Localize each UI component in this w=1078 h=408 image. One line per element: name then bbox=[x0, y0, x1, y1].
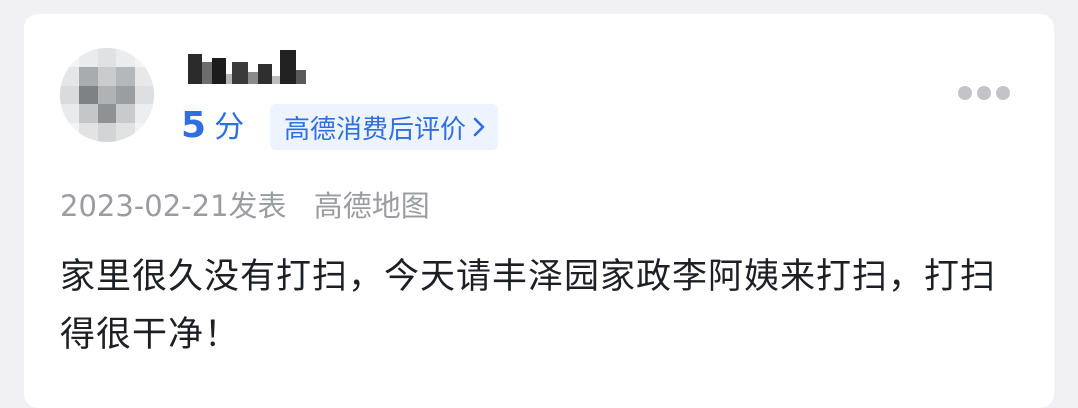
rating-score-value: 5 bbox=[181, 105, 207, 146]
more-dot bbox=[996, 86, 1010, 100]
tag-label: 高德消费后评价 bbox=[284, 114, 467, 145]
review-meta: 2023-02-21发表 高德地图 bbox=[60, 186, 430, 226]
username-pixelated bbox=[188, 44, 306, 84]
more-dot bbox=[977, 86, 991, 100]
more-dots-icon[interactable] bbox=[958, 86, 1010, 100]
review-source: 高德地图 bbox=[313, 189, 430, 223]
review-content: 家里很久没有打扫，今天请丰泽园家政李阿姨来打扫，打扫得很干净！ bbox=[60, 257, 997, 355]
post-consumption-review-tag[interactable]: 高德消费后评价 bbox=[270, 104, 499, 150]
avatar[interactable] bbox=[60, 48, 154, 142]
chevron-right-icon bbox=[472, 116, 486, 138]
rating-score-unit: 分 bbox=[214, 110, 245, 145]
more-dot bbox=[958, 86, 972, 100]
review-date: 2023-02-21发表 bbox=[60, 189, 287, 223]
rating-score: 5 分 bbox=[181, 104, 244, 150]
